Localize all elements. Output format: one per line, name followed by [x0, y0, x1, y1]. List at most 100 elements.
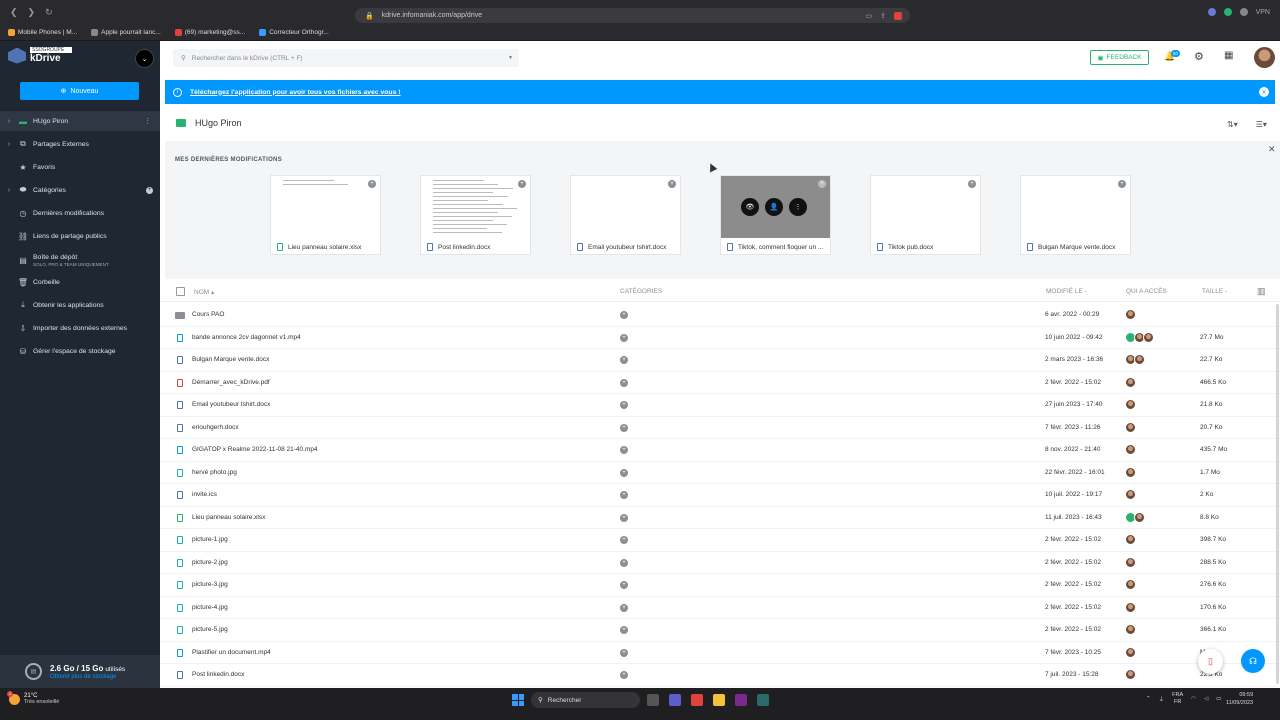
extension-icon[interactable] — [1207, 8, 1216, 16]
bookmark-item[interactable]: Apple pourrait lanc... — [91, 28, 161, 36]
teams-icon[interactable] — [669, 694, 681, 706]
sidebar-item-derni-res-modifications[interactable]: ◷ Dernières modifications — [0, 203, 160, 223]
table-row[interactable]: Démarrer_avec_kDrive.pdf +2 févr. 2022 - … — [160, 372, 1280, 394]
file-name[interactable]: Post linkedin.docx — [192, 671, 244, 678]
clock[interactable]: 09:59 11/09/2023 — [1226, 692, 1253, 707]
avatar[interactable] — [1125, 421, 1136, 433]
caret-down-icon[interactable]: ▼ — [508, 55, 513, 61]
more-options-icon[interactable]: ⋮ — [789, 198, 807, 216]
column-size[interactable]: TAILLE - — [1202, 288, 1227, 295]
table-row[interactable]: picture-1.jpg +2 févr. 2022 - 15:02 398.7 … — [160, 529, 1280, 552]
recent-file-card[interactable]: + Lieu panneau solaire.xlsx — [270, 175, 381, 255]
reload-icon[interactable]: ↻ — [45, 7, 53, 18]
add-category-icon[interactable]: + — [620, 378, 628, 387]
weather-widget[interactable]: 1 21°C Très ensoleillé — [7, 690, 59, 705]
close-icon[interactable]: ✕ — [1259, 87, 1269, 97]
add-circle-icon[interactable]: + — [818, 180, 826, 188]
recent-file-card[interactable]: + Tiktok pub.docx — [870, 175, 981, 255]
battery-icon[interactable]: ▭ — [1216, 696, 1221, 702]
column-modified[interactable]: MODIFIÉ LE - — [1046, 288, 1087, 295]
avatar[interactable] — [1125, 601, 1136, 613]
apps-grid-icon[interactable]: ▦ — [1224, 50, 1233, 61]
extension-icon[interactable] — [1223, 8, 1232, 16]
table-row[interactable]: Bulgan Marque vente.docx +2 mars 2023 - 1… — [160, 349, 1280, 372]
table-row[interactable]: hervé photo.jpg +22 févr. 2022 - 16:01 1.7… — [160, 462, 1280, 484]
add-category-icon[interactable]: + — [620, 311, 628, 319]
table-row[interactable]: Email youtubeur tshirt.docx +27 juin 2023… — [160, 394, 1280, 417]
column-access[interactable]: QUI A ACCÈS — [1126, 288, 1167, 295]
extension-red-icon[interactable] — [894, 11, 902, 20]
avatar[interactable] — [1125, 579, 1136, 590]
add-category-icon[interactable]: + — [620, 648, 628, 657]
table-row[interactable]: Plastifier un document.mp4 +7 févr. 2023 … — [160, 642, 1280, 664]
gear-icon[interactable]: ⚙ — [1194, 50, 1204, 63]
chevron-right-icon[interactable]: › — [4, 118, 14, 125]
sidebar-item-importer-des-donn-es-externes[interactable]: ⇩ Importer des données externes — [0, 318, 160, 338]
table-row[interactable]: bande annonce 2cv dagonnet v1.mp4 +10 jui… — [160, 327, 1280, 349]
avatar[interactable] — [1125, 309, 1136, 320]
table-row[interactable]: picture-5.jpg +2 févr. 2022 - 15:02 366.1 … — [160, 619, 1280, 642]
scrollbar[interactable] — [1276, 304, 1279, 684]
add-category-icon[interactable]: + — [620, 423, 628, 432]
file-name[interactable]: picture-3.jpg — [192, 581, 228, 588]
share-user-icon[interactable]: 👤 — [765, 198, 783, 216]
add-category-icon[interactable]: + — [620, 626, 628, 634]
extension-icon[interactable] — [1239, 8, 1248, 16]
file-name[interactable]: bande annonce 2cv dagonnet v1.mp4 — [192, 334, 301, 341]
app-icon[interactable] — [757, 694, 769, 706]
avatar[interactable] — [1143, 331, 1154, 343]
avatar[interactable] — [1125, 444, 1136, 455]
avatar[interactable] — [1254, 47, 1275, 68]
table-row[interactable]: Cours PAO +6 avr. 2022 - 00:29 — [160, 304, 1280, 327]
sidebar-item-liens-de-partage-publics[interactable]: ⛓ Liens de partage publics — [0, 226, 160, 246]
avatar[interactable] — [1125, 489, 1136, 500]
table-row[interactable]: picture-2.jpg +2 févr. 2022 - 15:02 288.5 … — [160, 552, 1280, 574]
document-icon[interactable]: ▯ — [1198, 649, 1223, 674]
brave-icon[interactable] — [691, 694, 703, 706]
sidebar-item-hugo-piron[interactable]: › ▬ HUgo Piron ⋮ — [0, 111, 160, 131]
vpn-label[interactable]: VPN — [1256, 9, 1270, 16]
share-icon[interactable]: ⇪ — [880, 12, 886, 20]
file-name[interactable]: Cours PAO — [192, 311, 224, 318]
banner-link[interactable]: Téléchargez l'application pour avoir tou… — [190, 89, 401, 96]
file-name[interactable]: Bulgan Marque vente.docx — [192, 356, 269, 363]
feedback-button[interactable]: ▣ FEEDBACK — [1090, 50, 1149, 65]
bookmark-item[interactable]: Mobile Phones | M... — [8, 28, 77, 36]
add-circle-icon[interactable]: + — [668, 180, 676, 188]
select-all-checkbox[interactable] — [176, 287, 185, 296]
column-categories[interactable]: CATÉGORIES — [620, 288, 662, 295]
storage-summary[interactable]: ▤ 2.6 Go / 15 Go utilisés Obtenir plus d… — [0, 655, 160, 688]
avatar[interactable] — [1125, 556, 1136, 568]
add-category-icon[interactable]: + — [620, 446, 628, 454]
brand[interactable]: SSOGROUPE kDrive — [8, 47, 72, 64]
avatar[interactable] — [1125, 399, 1136, 410]
add-category-icon[interactable]: + — [146, 186, 153, 194]
add-category-icon[interactable]: + — [620, 333, 628, 342]
sidebar-item-favoris[interactable]: ★ Favoris — [0, 157, 160, 177]
file-name[interactable]: Démarrer_avec_kDrive.pdf — [192, 379, 270, 386]
close-icon[interactable]: ✕ — [1268, 144, 1276, 155]
add-category-icon[interactable]: + — [620, 468, 628, 477]
table-row[interactable]: picture-4.jpg +2 févr. 2022 - 15:02 170.6 … — [160, 597, 1280, 619]
avatar[interactable] — [1125, 466, 1136, 478]
sidebar-item-corbeille[interactable]: 🗑 Corbeille — [0, 272, 160, 292]
file-name[interactable]: Email youtubeur tshirt.docx — [192, 401, 270, 408]
columns-settings-icon[interactable]: ▥ — [1257, 286, 1266, 297]
support-icon[interactable]: ☊ — [1241, 649, 1265, 673]
sidebar-item-g-rer-l-espace-de-stockage[interactable]: ⛁ Gérer l'espace de stockage — [0, 341, 160, 361]
bookmark-item[interactable]: (69) marketing@ss... — [174, 28, 245, 36]
forward-icon[interactable]: ❯ — [28, 7, 36, 18]
premiere-icon[interactable] — [735, 694, 747, 706]
mic-icon[interactable]: ⏚ — [1159, 695, 1165, 703]
volume-icon[interactable]: ◁ — [1204, 696, 1208, 702]
windows-start-icon[interactable] — [512, 694, 524, 706]
table-row[interactable]: eriouhgerh.docx +7 févr. 2023 - 11:26 20.7… — [160, 417, 1280, 439]
add-category-icon[interactable]: + — [620, 536, 628, 544]
file-name[interactable]: eriouhgerh.docx — [192, 424, 239, 431]
avatar[interactable] — [1134, 511, 1145, 523]
table-row[interactable]: invite.ics +10 juil. 2022 - 19:17 2 Ko — [160, 484, 1280, 507]
add-category-icon[interactable]: + — [620, 671, 628, 679]
more-storage-link[interactable]: Obtenir plus de stockage — [50, 674, 125, 680]
list-view-icon[interactable]: ☰▾ — [1256, 120, 1267, 129]
add-category-icon[interactable]: + — [620, 401, 628, 409]
